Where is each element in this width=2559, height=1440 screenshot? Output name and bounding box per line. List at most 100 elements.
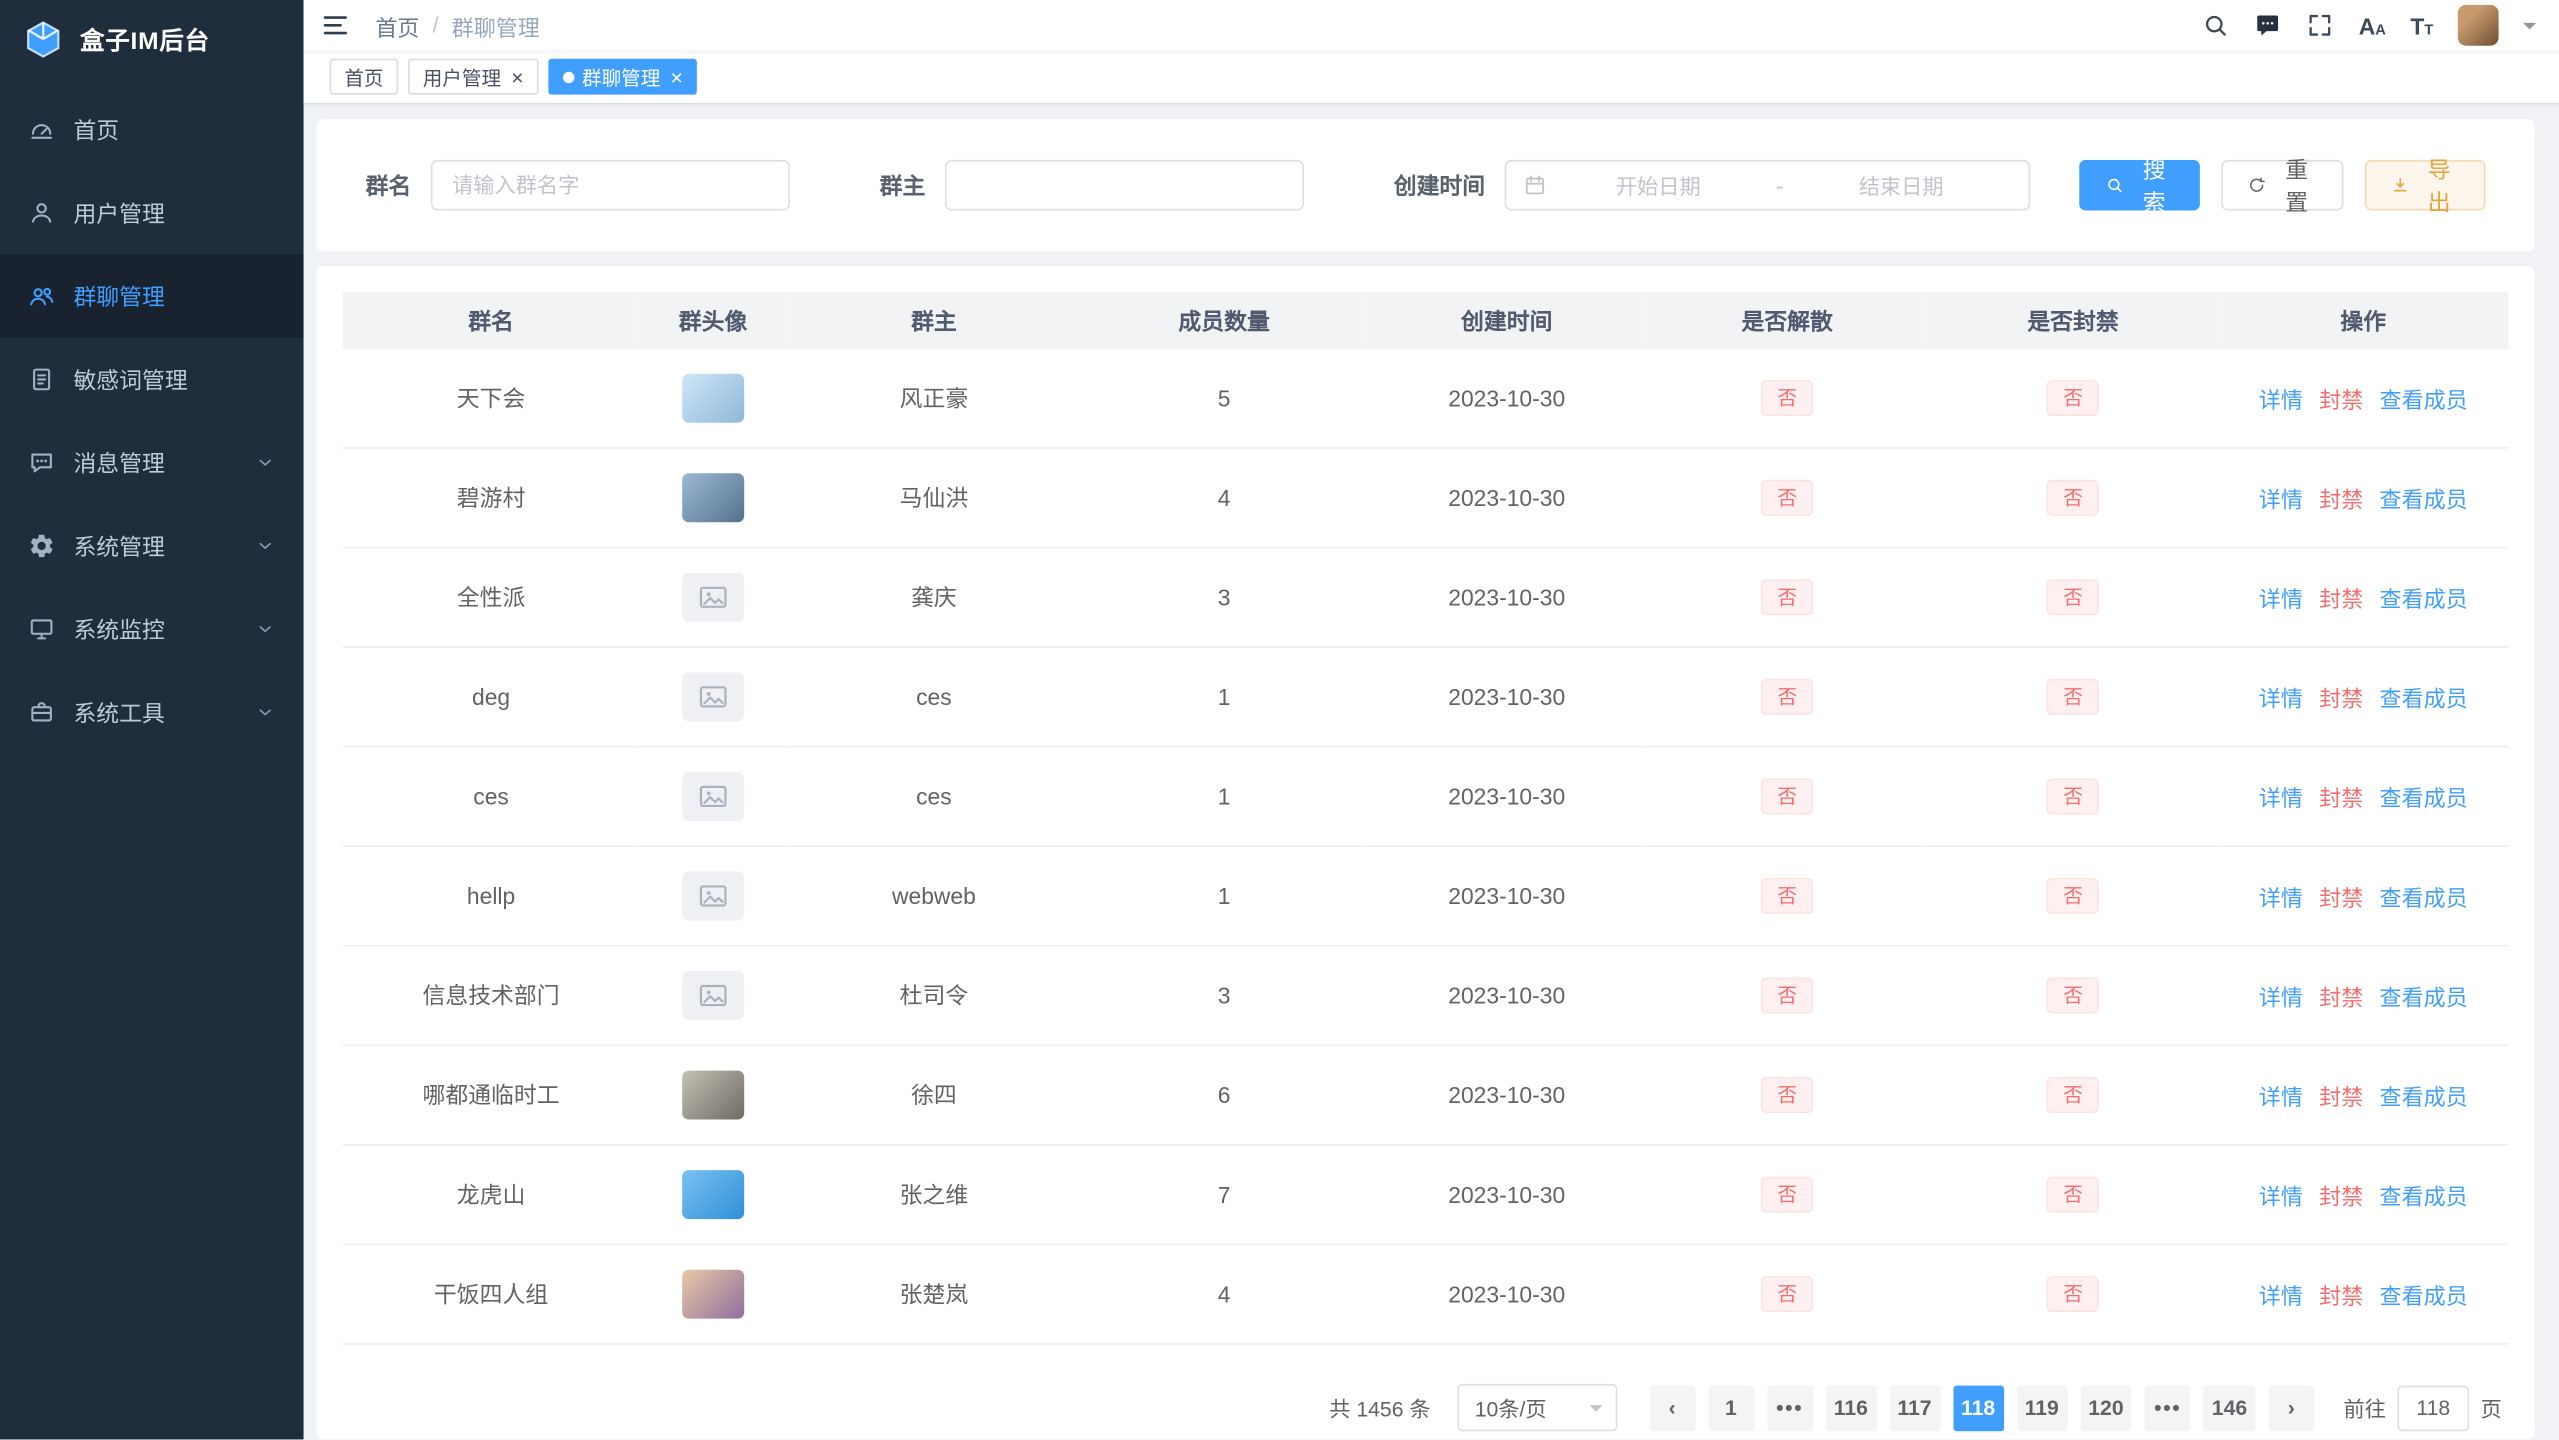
action-ban[interactable]: 封禁: [2319, 388, 2363, 412]
action-ban[interactable]: 封禁: [2319, 488, 2363, 512]
message-notify-icon[interactable]: [2254, 11, 2282, 39]
action-detail[interactable]: 详情: [2259, 488, 2303, 512]
sidebar-item-message-management[interactable]: 消息管理: [0, 421, 304, 504]
end-date-placeholder: 结束日期: [1790, 170, 2012, 201]
cell-banned: 否: [1928, 1045, 2218, 1145]
breadcrumb-item[interactable]: 首页: [375, 9, 419, 42]
group-avatar-placeholder: [682, 573, 744, 622]
page-button-1[interactable]: 1: [1708, 1385, 1754, 1431]
tab-group-management[interactable]: 群聊管理×: [548, 59, 698, 95]
action-view-members[interactable]: 查看成员: [2380, 588, 2468, 612]
page-button-146[interactable]: 146: [2204, 1385, 2256, 1431]
action-detail[interactable]: 详情: [2259, 886, 2303, 910]
breadcrumb-item: 群聊管理: [452, 9, 540, 42]
table-body: 天下会风正豪52023-10-30否否详情封禁查看成员碧游村马仙洪42023-1…: [343, 349, 2509, 1344]
group-avatar-placeholder: [682, 971, 744, 1020]
cell-dissolved: 否: [1646, 448, 1928, 548]
next-page-button[interactable]: ›: [2268, 1385, 2314, 1431]
pager: ‹ 1 ••• 116 117 118 119 120 ••• 146 ›: [1643, 1385, 2321, 1431]
logo-cube-icon: [21, 17, 65, 61]
owner-input[interactable]: [945, 160, 1304, 211]
page-button-116[interactable]: 116: [1826, 1385, 1877, 1431]
action-ban[interactable]: 封禁: [2319, 986, 2363, 1010]
action-detail[interactable]: 详情: [2259, 687, 2303, 711]
action-view-members[interactable]: 查看成员: [2380, 1284, 2468, 1308]
sidebar-item-sensitive-words[interactable]: 敏感词管理: [0, 338, 304, 421]
action-detail[interactable]: 详情: [2259, 1185, 2303, 1209]
text-size-icon[interactable]: TT: [2410, 14, 2433, 37]
cell-banned: 否: [1928, 548, 2218, 648]
sidebar-item-system-monitor[interactable]: 系统监控: [0, 588, 304, 671]
cell-created: 2023-10-30: [1367, 349, 1646, 448]
user-menu-caret-icon[interactable]: [2523, 22, 2536, 35]
font-size-icon[interactable]: AA: [2359, 14, 2386, 37]
page-button-118[interactable]: 118: [1953, 1385, 2004, 1431]
action-view-members[interactable]: 查看成员: [2380, 886, 2468, 910]
action-view-members[interactable]: 查看成员: [2380, 986, 2468, 1010]
cell-group-avatar: [639, 448, 786, 548]
action-detail[interactable]: 详情: [2259, 588, 2303, 612]
page-button-117[interactable]: 117: [1889, 1385, 1940, 1431]
date-range-picker[interactable]: 开始日期 - 结束日期: [1505, 160, 2031, 211]
action-view-members[interactable]: 查看成员: [2380, 388, 2468, 412]
sidebar-collapse-icon[interactable]: [320, 10, 351, 41]
page-size-select[interactable]: 10条/页: [1457, 1384, 1617, 1431]
sidebar-item-system-tools[interactable]: 系统工具: [0, 671, 304, 754]
search-button[interactable]: 搜索: [2079, 160, 2200, 211]
main-area: 首页/群聊管理 AA TT 首页用户管理×群聊管理× 群名: [304, 0, 2559, 1439]
group-avatar-image: [682, 1270, 744, 1319]
tab-close-icon[interactable]: ×: [511, 66, 523, 87]
groups-table-card: 群名群头像群主成员数量创建时间是否解散是否封禁操作 天下会风正豪52023-10…: [317, 266, 2535, 1439]
action-ban[interactable]: 封禁: [2319, 1185, 2363, 1209]
cell-group-avatar: [639, 1045, 786, 1145]
tab-home[interactable]: 首页: [330, 59, 399, 95]
sidebar-item-label: 消息管理: [73, 446, 236, 479]
action-detail[interactable]: 详情: [2259, 1085, 2303, 1109]
action-view-members[interactable]: 查看成员: [2380, 1085, 2468, 1109]
action-detail[interactable]: 详情: [2259, 1284, 2303, 1308]
user-avatar[interactable]: [2458, 5, 2499, 46]
app-logo[interactable]: 盒子IM后台: [0, 0, 304, 78]
action-ban[interactable]: 封禁: [2319, 787, 2363, 811]
export-button[interactable]: 导出: [2364, 160, 2485, 211]
date-separator: -: [1769, 172, 1790, 198]
group-name-input[interactable]: [431, 160, 790, 211]
monitor-icon: [28, 615, 56, 643]
table-row: degces12023-10-30否否详情封禁查看成员: [343, 647, 2509, 747]
pager-ellipsis[interactable]: •••: [2145, 1385, 2191, 1431]
action-detail[interactable]: 详情: [2259, 986, 2303, 1010]
cell-created: 2023-10-30: [1367, 946, 1646, 1046]
page-button-120[interactable]: 120: [2080, 1385, 2132, 1431]
action-ban[interactable]: 封禁: [2319, 687, 2363, 711]
cell-member-count: 7: [1081, 1145, 1367, 1245]
table-row: 龙虎山张之维72023-10-30否否详情封禁查看成员: [343, 1145, 2509, 1245]
goto-page-input[interactable]: [2397, 1385, 2469, 1431]
action-detail[interactable]: 详情: [2259, 388, 2303, 412]
action-ban[interactable]: 封禁: [2319, 1284, 2363, 1308]
action-view-members[interactable]: 查看成员: [2380, 1185, 2468, 1209]
cell-group-name: 信息技术部门: [343, 946, 640, 1046]
sidebar-item-user-management[interactable]: 用户管理: [0, 171, 304, 254]
status-badge: 否: [2047, 877, 2099, 914]
tab-close-icon[interactable]: ×: [670, 66, 682, 87]
tab-user-management[interactable]: 用户管理×: [408, 59, 538, 95]
action-ban[interactable]: 封禁: [2319, 588, 2363, 612]
action-ban[interactable]: 封禁: [2319, 1085, 2363, 1109]
sidebar-item-system-management[interactable]: 系统管理: [0, 504, 304, 587]
reset-button[interactable]: 重置: [2222, 160, 2343, 211]
column-header: 是否解散: [1646, 292, 1928, 349]
prev-page-button[interactable]: ‹: [1649, 1385, 1695, 1431]
page-button-119[interactable]: 119: [2016, 1385, 2067, 1431]
search-icon[interactable]: [2202, 11, 2230, 39]
sidebar-item-group-management[interactable]: 群聊管理: [0, 255, 304, 338]
cell-group-name: 龙虎山: [343, 1145, 640, 1245]
fullscreen-icon[interactable]: [2307, 11, 2335, 39]
action-ban[interactable]: 封禁: [2319, 886, 2363, 910]
cell-owner: 龚庆: [787, 548, 1082, 648]
action-view-members[interactable]: 查看成员: [2380, 488, 2468, 512]
action-view-members[interactable]: 查看成员: [2380, 687, 2468, 711]
sidebar-item-home[interactable]: 首页: [0, 88, 304, 171]
action-detail[interactable]: 详情: [2259, 787, 2303, 811]
action-view-members[interactable]: 查看成员: [2380, 787, 2468, 811]
pager-ellipsis[interactable]: •••: [1767, 1385, 1813, 1431]
